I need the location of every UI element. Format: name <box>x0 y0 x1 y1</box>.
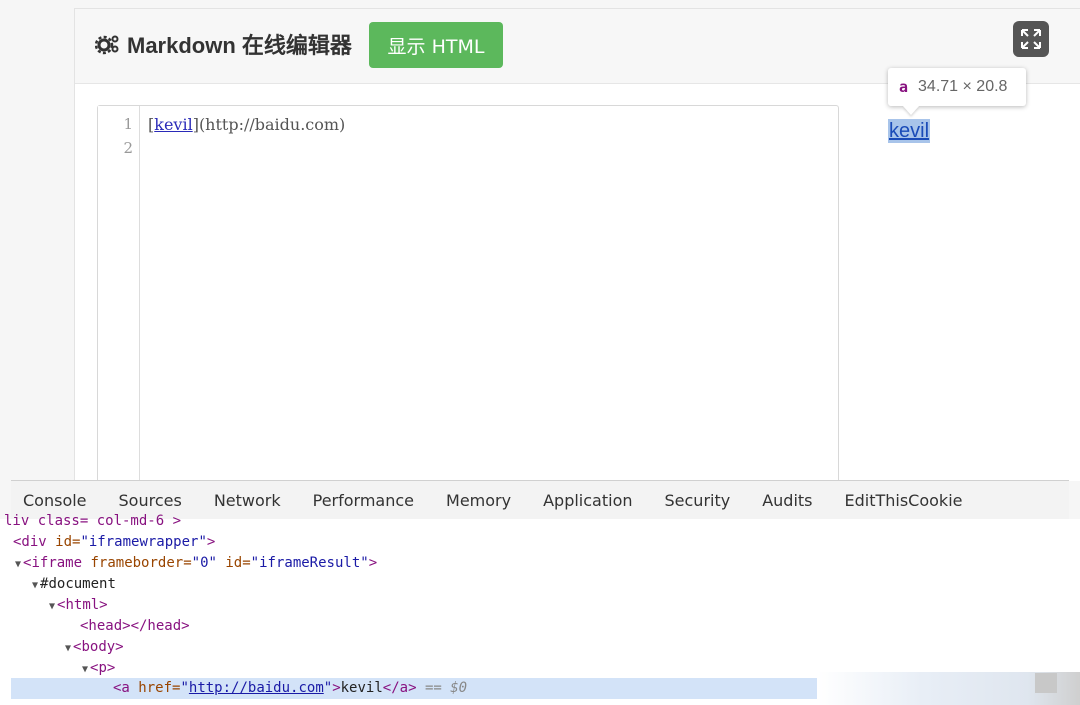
dom-tag: </a> <box>382 680 417 696</box>
line-number: 1 <box>123 115 133 133</box>
code-url: (http://baidu.com) <box>198 115 346 134</box>
dom-row[interactable]: <div id="iframewrapper"> <box>13 532 215 553</box>
dom-row-selected[interactable]: <a href="http://baidu.com">kevil</a> == … <box>113 678 467 699</box>
show-html-label: 显示 HTML <box>387 35 485 58</box>
dom-tag: > <box>368 555 378 571</box>
dom-tag: > <box>206 534 216 550</box>
markdown-editor[interactable]: 1 2 [kevil](http://baidu.com) <box>97 105 839 482</box>
dom-value: "iframeResult" <box>250 555 369 571</box>
tab-application[interactable]: Application <box>527 491 648 510</box>
dom-attr: href= <box>138 680 181 696</box>
dom-attr: id= <box>225 555 251 571</box>
dom-tag: <div <box>13 534 47 550</box>
dom-attr: id= <box>55 534 81 550</box>
expand-triangle-icon[interactable]: ▼ <box>15 559 21 570</box>
code-line-1[interactable]: [kevil](http://baidu.com) <box>148 115 345 134</box>
gears-icon <box>95 35 119 55</box>
fullscreen-button[interactable] <box>1013 21 1049 57</box>
dom-tag: <a <box>113 680 130 696</box>
line-number: 2 <box>123 139 133 157</box>
dom-attr: frameborder= <box>90 555 192 571</box>
dom-text: #document <box>40 576 116 592</box>
dom-row[interactable]: ▼ <html> <box>49 595 108 616</box>
dom-link[interactable]: http://baidu.com <box>189 680 324 696</box>
dom-value: " <box>323 680 333 696</box>
dom-text: kevil <box>340 680 383 696</box>
dom-row[interactable]: ▼ <body> <box>65 637 124 658</box>
blurred-box <box>1035 673 1057 693</box>
preview-link[interactable]: kevil <box>888 119 931 143</box>
title-text: Markdown 在线编辑器 <box>127 33 352 58</box>
tab-performance[interactable]: Performance <box>297 491 430 510</box>
dom-text: liv class= col-md-6 > <box>4 513 182 529</box>
dom-tag: > <box>332 680 341 696</box>
dom-row[interactable]: ▼ <p> <box>82 658 115 679</box>
expand-triangle-icon[interactable]: ▼ <box>82 664 88 675</box>
line-number-gutter: 1 2 <box>98 106 140 482</box>
expand-icon <box>1021 29 1041 49</box>
dom-value: "0" <box>191 555 217 571</box>
left-margin <box>0 0 74 480</box>
tab-network[interactable]: Network <box>198 491 297 510</box>
page-title: Markdown 在线编辑器 <box>95 27 352 61</box>
dom-value: "iframewrapper" <box>80 534 207 550</box>
tab-sources[interactable]: Sources <box>103 491 198 510</box>
dom-row[interactable]: ▼ #document <box>32 574 116 595</box>
tab-security[interactable]: Security <box>649 491 747 510</box>
expand-triangle-icon[interactable]: ▼ <box>65 643 71 654</box>
dom-row[interactable]: liv class= col-md-6 > <box>4 511 181 532</box>
expand-triangle-icon[interactable]: ▼ <box>49 601 55 612</box>
expand-triangle-icon[interactable]: ▼ <box>32 580 38 591</box>
tab-memory[interactable]: Memory <box>430 491 527 510</box>
tooltip-tag: a <box>899 78 909 96</box>
tab-audits[interactable]: Audits <box>746 491 828 510</box>
dom-tag: <body> <box>73 639 124 655</box>
dom-tag: <p> <box>90 660 116 676</box>
dom-console-ref: == $0 <box>424 680 468 696</box>
dom-value: " <box>180 680 189 696</box>
code-link-text: kevil <box>154 115 193 134</box>
dom-tag: <head></head> <box>80 618 190 634</box>
tab-editthiscookie[interactable]: EditThisCookie <box>829 491 979 510</box>
screen: Markdown 在线编辑器 显示 HTML 1 2 [kevil](http:… <box>0 0 1080 705</box>
dom-tag: <iframe <box>23 555 83 571</box>
show-html-button[interactable]: 显示 HTML <box>369 22 503 68</box>
dom-row[interactable]: ▼ <iframe frameborder="0" id="iframeResul… <box>15 553 377 574</box>
tooltip-arrow <box>903 106 919 115</box>
dom-tag: <html> <box>57 597 108 613</box>
element-size-tooltip: a 34.71 × 20.8 <box>888 68 1026 106</box>
tab-console[interactable]: Console <box>11 491 103 510</box>
tooltip-size: 34.71 × 20.8 <box>918 78 1008 95</box>
dom-row[interactable]: <head></head> <box>80 616 190 637</box>
